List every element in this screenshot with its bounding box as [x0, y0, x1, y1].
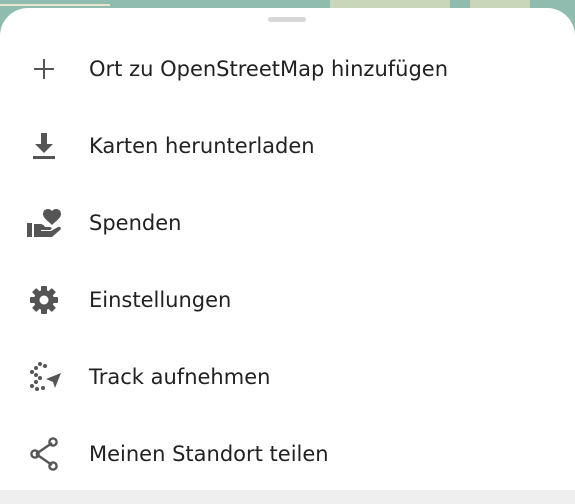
map-road — [0, 4, 110, 6]
gear-icon — [24, 280, 64, 320]
plus-icon — [24, 49, 64, 89]
menu-item-label: Track aufnehmen — [89, 365, 271, 389]
menu-item-record-track[interactable]: Track aufnehmen — [0, 346, 575, 408]
menu-item-settings[interactable]: Einstellungen — [0, 269, 575, 331]
menu-item-label: Einstellungen — [89, 288, 232, 312]
drag-handle[interactable] — [268, 17, 306, 22]
download-icon — [24, 126, 64, 166]
menu-item-label: Meinen Standort teilen — [89, 442, 329, 466]
menu-item-label: Spenden — [89, 211, 182, 235]
share-icon — [24, 434, 64, 474]
menu-item-add-place[interactable]: Ort zu OpenStreetMap hinzufügen — [0, 38, 575, 100]
menu-item-label: Karten herunterladen — [89, 134, 315, 158]
menu-item-label: Ort zu OpenStreetMap hinzufügen — [89, 57, 449, 81]
donate-hand-heart-icon — [24, 203, 64, 243]
menu-item-donate[interactable]: Spenden — [0, 192, 575, 254]
track-record-icon — [24, 357, 64, 397]
menu-item-share-location[interactable]: Meinen Standort teilen — [0, 423, 575, 485]
navigation-bar-area — [0, 490, 575, 504]
menu-item-download-maps[interactable]: Karten herunterladen — [0, 115, 575, 177]
